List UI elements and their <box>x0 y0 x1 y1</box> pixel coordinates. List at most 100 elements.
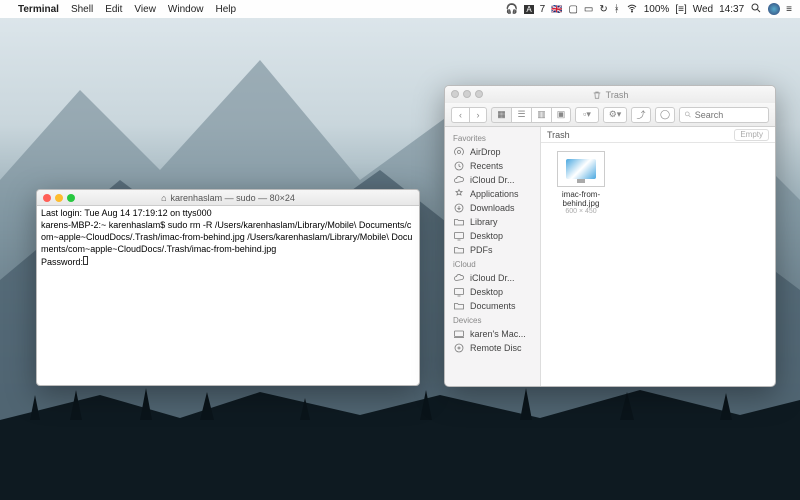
folder-icon <box>453 244 465 256</box>
sidebar-item[interactable]: Library <box>445 215 540 229</box>
action-button[interactable]: ⚙▾ <box>603 107 627 123</box>
sidebar-item[interactable]: iCloud Dr... <box>445 271 540 285</box>
view-gallery-button[interactable]: ▣ <box>551 107 571 123</box>
sidebar-item-label: Documents <box>470 301 516 311</box>
timemachine-icon[interactable]: ↻ <box>599 4 607 15</box>
empty-trash-button[interactable]: Empty <box>734 129 769 141</box>
sidebar-item-label: karen's Mac... <box>470 329 526 339</box>
sidebar-item-label: PDFs <box>470 245 493 255</box>
wifi-icon[interactable] <box>626 2 638 17</box>
path-bar: Trash Empty <box>541 127 775 143</box>
desktop-icon <box>453 286 465 298</box>
sidebar-item[interactable]: Desktop <box>445 229 540 243</box>
sidebar-item[interactable]: Downloads <box>445 201 540 215</box>
battery-icon[interactable]: [≡] <box>675 4 686 15</box>
siri-icon[interactable] <box>768 3 780 15</box>
search-input[interactable] <box>695 110 764 120</box>
close-button[interactable] <box>43 194 51 202</box>
sidebar-item-label: Desktop <box>470 231 503 241</box>
minimize-button[interactable] <box>463 90 471 98</box>
menu-window[interactable]: Window <box>168 4 204 15</box>
finder-title: Trash <box>606 90 629 100</box>
sidebar-section-label: Favorites <box>445 131 540 145</box>
sidebar-section-label: iCloud <box>445 257 540 271</box>
terminal-line: Last login: Tue Aug 14 17:19:12 on ttys0… <box>41 208 212 218</box>
sidebar-item-label: Recents <box>470 161 503 171</box>
view-icons-button[interactable]: ▦ <box>491 107 511 123</box>
headphones-icon[interactable]: 🎧 <box>506 4 518 15</box>
disc-icon <box>453 342 465 354</box>
sidebar-item-label: AirDrop <box>470 147 501 157</box>
adobe-badge: 7 <box>540 4 546 15</box>
file-grid[interactable]: imac-from-behind.jpg600 × 450 <box>541 143 775 386</box>
menu-view[interactable]: View <box>134 4 156 15</box>
menu-help[interactable]: Help <box>216 4 237 15</box>
minimize-button[interactable] <box>55 194 63 202</box>
view-list-button[interactable]: ☰ <box>511 107 531 123</box>
folder-icon <box>453 300 465 312</box>
back-button[interactable]: ‹ <box>451 107 469 123</box>
terminal-window: ⌂karenhaslam — sudo — 80×24 Last login: … <box>36 189 420 386</box>
terminal-line: karens-MBP-2:~ karenhaslam$ sudo rm -R /… <box>41 220 412 254</box>
display-icon[interactable]: ▢ <box>568 4 577 15</box>
terminal-line: Password: <box>41 257 83 267</box>
search-icon <box>684 110 692 119</box>
zoom-button[interactable] <box>67 194 75 202</box>
finder-window: Trash ‹ › ▦ ☰ ▥ ▣ ▫▾ ⚙▾ ⤴ ◯ Favorites Air… <box>444 85 776 387</box>
app-menu[interactable]: Terminal <box>18 4 59 15</box>
adobe-icon[interactable]: A <box>524 5 533 14</box>
sidebar-section-label: Devices <box>445 313 540 327</box>
finder-titlebar[interactable]: Trash <box>445 86 775 103</box>
menu-edit[interactable]: Edit <box>105 4 122 15</box>
sidebar-item[interactable]: Remote Disc <box>445 341 540 355</box>
spotlight-icon[interactable] <box>750 2 762 17</box>
file-item[interactable]: imac-from-behind.jpg600 × 450 <box>549 151 613 215</box>
view-columns-button[interactable]: ▥ <box>531 107 551 123</box>
cloud-icon <box>453 174 465 186</box>
terminal-title: karenhaslam — sudo — 80×24 <box>171 193 295 203</box>
airplay-icon[interactable]: ▭ <box>584 4 593 15</box>
flag-icon[interactable]: 🇬🇧 <box>551 4 562 15</box>
battery-percent: 100% <box>644 4 670 15</box>
downloads-icon <box>453 202 465 214</box>
sidebar-item-label: Applications <box>470 189 519 199</box>
terminal-body[interactable]: Last login: Tue Aug 14 17:19:12 on ttys0… <box>37 206 419 271</box>
cloud-icon <box>453 272 465 284</box>
sidebar-item-label: Downloads <box>470 203 515 213</box>
desktop-icon <box>453 230 465 242</box>
finder-toolbar: ‹ › ▦ ☰ ▥ ▣ ▫▾ ⚙▾ ⤴ ◯ <box>445 103 775 127</box>
sidebar-item[interactable]: iCloud Dr... <box>445 173 540 187</box>
clock-day[interactable]: Wed <box>693 4 713 15</box>
tags-button[interactable]: ◯ <box>655 107 675 123</box>
bluetooth-icon[interactable]: ᚼ <box>614 4 620 15</box>
sidebar-item[interactable]: karen's Mac... <box>445 327 540 341</box>
window-controls <box>451 90 483 98</box>
terminal-titlebar[interactable]: ⌂karenhaslam — sudo — 80×24 <box>37 190 419 206</box>
sidebar-item[interactable]: Documents <box>445 299 540 313</box>
share-button[interactable]: ⤴ <box>631 107 651 123</box>
notification-center-icon[interactable]: ≡ <box>786 4 792 15</box>
sidebar-item[interactable]: Applications <box>445 187 540 201</box>
forward-button[interactable]: › <box>469 107 487 123</box>
menu-shell[interactable]: Shell <box>71 4 93 15</box>
sidebar-item[interactable]: PDFs <box>445 243 540 257</box>
sidebar-item[interactable]: AirDrop <box>445 145 540 159</box>
arrange-button[interactable]: ▫▾ <box>575 107 599 123</box>
sidebar-item[interactable]: Recents <box>445 159 540 173</box>
sidebar-item-label: Desktop <box>470 287 503 297</box>
close-button[interactable] <box>451 90 459 98</box>
menubar: Terminal Shell Edit View Window Help 🎧 A… <box>0 0 800 18</box>
search-field[interactable] <box>679 107 769 123</box>
finder-sidebar: Favorites AirDrop Recents iCloud Dr... Appli… <box>445 127 541 386</box>
clock-time[interactable]: 14:37 <box>719 4 744 15</box>
sidebar-item-label: Library <box>470 217 498 227</box>
zoom-button[interactable] <box>475 90 483 98</box>
sidebar-item[interactable]: Desktop <box>445 285 540 299</box>
apps-icon <box>453 188 465 200</box>
sidebar-item-label: iCloud Dr... <box>470 273 515 283</box>
path-label: Trash <box>547 130 570 140</box>
folder-icon <box>453 216 465 228</box>
file-name: imac-from-behind.jpg <box>549 190 613 208</box>
sidebar-item-label: Remote Disc <box>470 343 522 353</box>
file-thumbnail <box>557 151 605 187</box>
